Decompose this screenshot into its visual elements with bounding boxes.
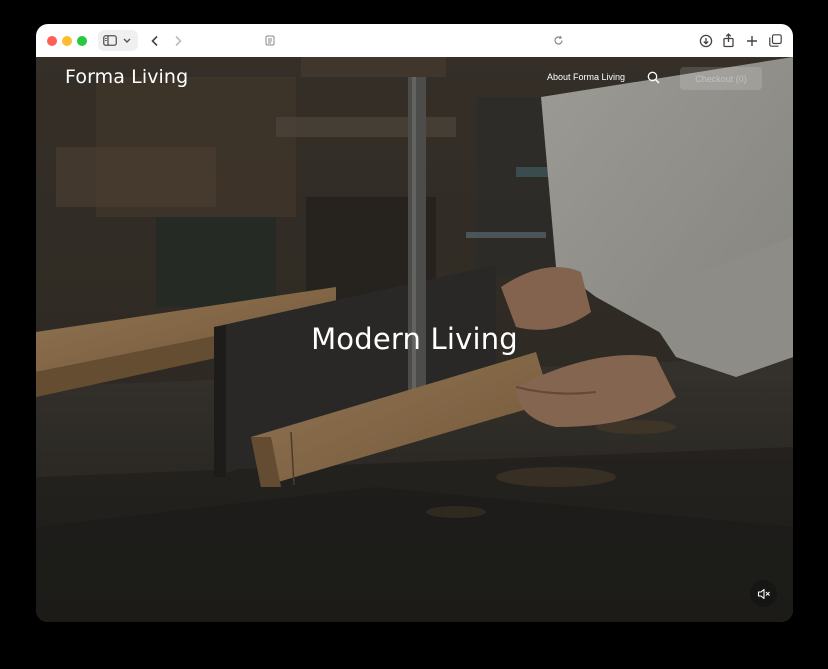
address-bar[interactable] bbox=[260, 31, 570, 51]
plus-icon bbox=[747, 35, 757, 46]
browser-toolbar bbox=[36, 24, 793, 58]
chevron-down-icon bbox=[123, 38, 131, 43]
forward-button[interactable] bbox=[167, 30, 189, 51]
new-tab-button[interactable] bbox=[742, 30, 762, 51]
search-button[interactable] bbox=[647, 71, 660, 89]
mute-toggle-button[interactable] bbox=[750, 580, 777, 607]
nav-about-link[interactable]: About Forma Living bbox=[547, 72, 625, 82]
back-button[interactable] bbox=[144, 30, 166, 51]
search-icon bbox=[647, 71, 660, 84]
share-icon bbox=[722, 33, 734, 48]
window-minimize-button[interactable] bbox=[62, 36, 72, 46]
hero-headline: Modern Living bbox=[311, 322, 518, 356]
back-chevron-icon bbox=[151, 35, 158, 46]
tabs-icon bbox=[768, 34, 782, 47]
sidebar-toggle-button[interactable] bbox=[98, 30, 138, 51]
checkout-button[interactable]: Checkout (0) bbox=[680, 67, 762, 90]
share-button[interactable] bbox=[718, 30, 738, 51]
tab-overview-button[interactable] bbox=[765, 30, 785, 51]
speaker-muted-icon bbox=[757, 588, 770, 599]
forward-chevron-icon bbox=[175, 35, 182, 46]
reload-icon[interactable] bbox=[553, 35, 564, 46]
brand-logo[interactable]: Forma Living bbox=[65, 66, 188, 88]
window-zoom-button[interactable] bbox=[77, 36, 87, 46]
sidebar-icon bbox=[103, 35, 117, 46]
page-icon bbox=[265, 35, 275, 46]
hero-section: Forma Living About Forma Living Checkout… bbox=[36, 57, 793, 622]
browser-window: Forma Living About Forma Living Checkout… bbox=[36, 24, 793, 622]
downloads-button[interactable] bbox=[696, 30, 716, 51]
download-icon bbox=[699, 34, 713, 47]
window-close-button[interactable] bbox=[47, 36, 57, 46]
